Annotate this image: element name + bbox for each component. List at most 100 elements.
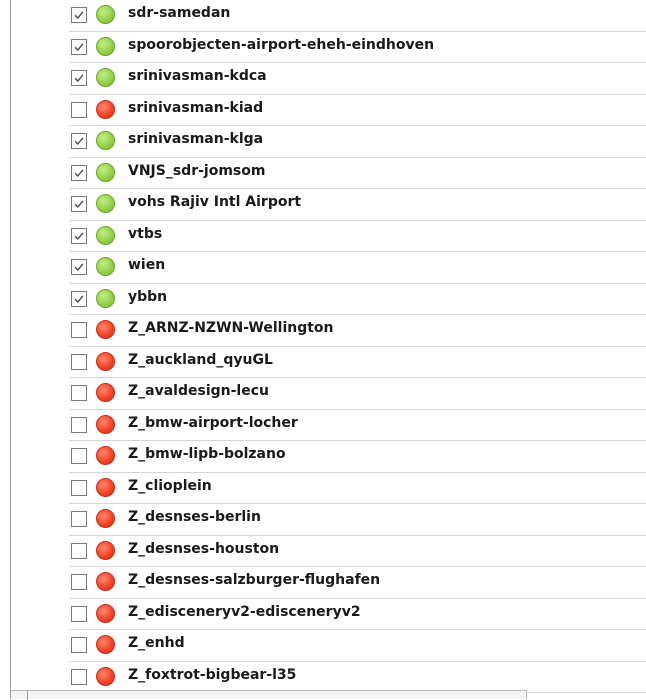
list-item[interactable]: Z_desnses-berlin [11,504,646,536]
enable-checkbox[interactable] [71,605,87,622]
enable-checkbox[interactable] [71,101,87,118]
list-item[interactable]: Z_desnses-salzburger-flughafen [11,567,646,599]
list-item-label: ybbn [128,288,168,305]
list-item[interactable]: spoorobjecten-airport-eheh-eindhoven [11,32,646,64]
check-icon [74,294,84,303]
enable-checkbox[interactable] [71,416,87,433]
status-error-icon [96,320,115,339]
status-error-icon [96,414,115,434]
status-ok-icon [96,68,115,87]
status-error-icon [96,383,115,402]
check-icon [74,168,84,177]
enable-checkbox[interactable] [71,322,87,338]
status-ok-icon [96,36,115,56]
list-item-label: srinivasman-kiad [128,99,264,116]
status-error-icon [96,603,115,623]
enable-checkbox[interactable] [71,133,87,149]
status-ok-icon [96,194,115,213]
enable-checkbox[interactable] [71,542,87,559]
list-item[interactable]: Z_enhd [11,630,646,662]
status-error-icon [96,572,115,591]
enable-checkbox[interactable] [71,574,87,590]
check-icon [74,231,84,240]
status-ok-icon [96,257,115,276]
enable-checkbox[interactable] [71,353,87,370]
list-item[interactable]: srinivasman-klga [11,126,646,158]
enable-checkbox[interactable] [71,38,87,55]
list-item-label: Z_desnses-berlin [128,509,261,525]
list-item-label: Z_desnses-houston [128,540,280,557]
check-icon [74,11,84,20]
list-item[interactable]: VNJS_sdr-jomsom [11,158,646,190]
list-item[interactable]: Z_bmw-lipb-bolzano [11,441,646,473]
list-item-label: spoorobjecten-airport-eheh-eindhoven [128,36,435,53]
enable-checkbox[interactable] [71,259,87,275]
check-icon [74,137,84,146]
horizontal-scrollbar[interactable] [11,690,527,700]
list-item[interactable]: vtbs [11,221,646,253]
list-item[interactable]: Z_clioplein [11,473,646,505]
list-item[interactable]: Z_ARNZ-NZWN-Wellington [11,315,646,347]
status-error-icon [96,666,115,686]
enable-checkbox[interactable] [71,637,87,653]
status-error-icon [96,351,115,371]
check-icon [74,200,84,209]
list-item[interactable]: Z_auckland_qyuGL [11,347,646,379]
list-item[interactable]: Z_bmw-airport-locher [11,410,646,442]
scenery-list-panel: sdr-samedan spoorobjecten-airport-eheh-ei… [10,0,646,700]
status-error-icon [96,99,115,119]
status-ok-icon [96,162,115,182]
list-item[interactable]: Z_edisceneryv2-edisceneryv2 [11,599,646,631]
list-item[interactable]: Z_desnses-houston [11,536,646,568]
list-item[interactable]: sdr-samedan [11,0,646,32]
status-ok-icon [96,131,115,150]
check-icon [74,42,84,51]
list-item-label: VNJS_sdr-jomsom [128,162,266,179]
list-item-label: Z_bmw-lipb-bolzano [128,446,286,462]
enable-checkbox[interactable] [71,196,87,212]
status-error-icon [96,446,115,465]
list-item-label: wien [128,257,166,273]
status-error-icon [96,477,115,497]
list-item[interactable]: Z_foxtrot-bigbear-l35 [11,662,646,694]
list-item-label: srinivasman-klga [128,131,264,147]
list-item-label: Z_desnses-salzburger-flughafen [128,572,381,588]
list-item-label: Z_auckland_qyuGL [128,351,273,368]
status-ok-icon [96,288,115,308]
list-item-label: vohs Rajiv Intl Airport [128,194,302,210]
list-item-label: vtbs [128,225,163,242]
list-item[interactable]: vohs Rajiv Intl Airport [11,189,646,221]
enable-checkbox[interactable] [71,668,87,685]
enable-checkbox[interactable] [71,227,87,244]
status-ok-icon [96,225,115,245]
enable-checkbox[interactable] [71,290,87,307]
list-item-label: Z_foxtrot-bigbear-l35 [128,666,297,683]
list-item[interactable]: ybbn [11,284,646,316]
list-item[interactable]: srinivasman-kdca [11,63,646,95]
check-icon [74,74,84,83]
status-error-icon [96,635,115,654]
status-error-icon [96,540,115,560]
enable-checkbox[interactable] [71,479,87,496]
list-item[interactable]: srinivasman-kiad [11,95,646,127]
list-item-label: Z_ARNZ-NZWN-Wellington [128,320,334,336]
list-item[interactable]: Z_avaldesign-lecu [11,378,646,410]
enable-checkbox[interactable] [71,511,87,527]
list-item-label: Z_clioplein [128,477,212,494]
list-item-label: Z_bmw-airport-locher [128,414,298,431]
list-item-label: srinivasman-kdca [128,68,267,84]
status-error-icon [96,509,115,528]
enable-checkbox[interactable] [71,7,87,23]
enable-checkbox[interactable] [71,164,87,181]
enable-checkbox[interactable] [71,70,87,86]
check-icon [74,263,84,272]
list-item-label: sdr-samedan [128,5,231,21]
list-item[interactable]: wien [11,252,646,284]
list-item-label: Z_edisceneryv2-edisceneryv2 [128,603,361,620]
list-item-label: Z_avaldesign-lecu [128,383,269,399]
enable-checkbox[interactable] [71,448,87,464]
list-item-label: Z_enhd [128,635,185,651]
status-ok-icon [96,5,115,24]
scenery-list: sdr-samedan spoorobjecten-airport-eheh-ei… [11,0,646,693]
enable-checkbox[interactable] [71,385,87,401]
